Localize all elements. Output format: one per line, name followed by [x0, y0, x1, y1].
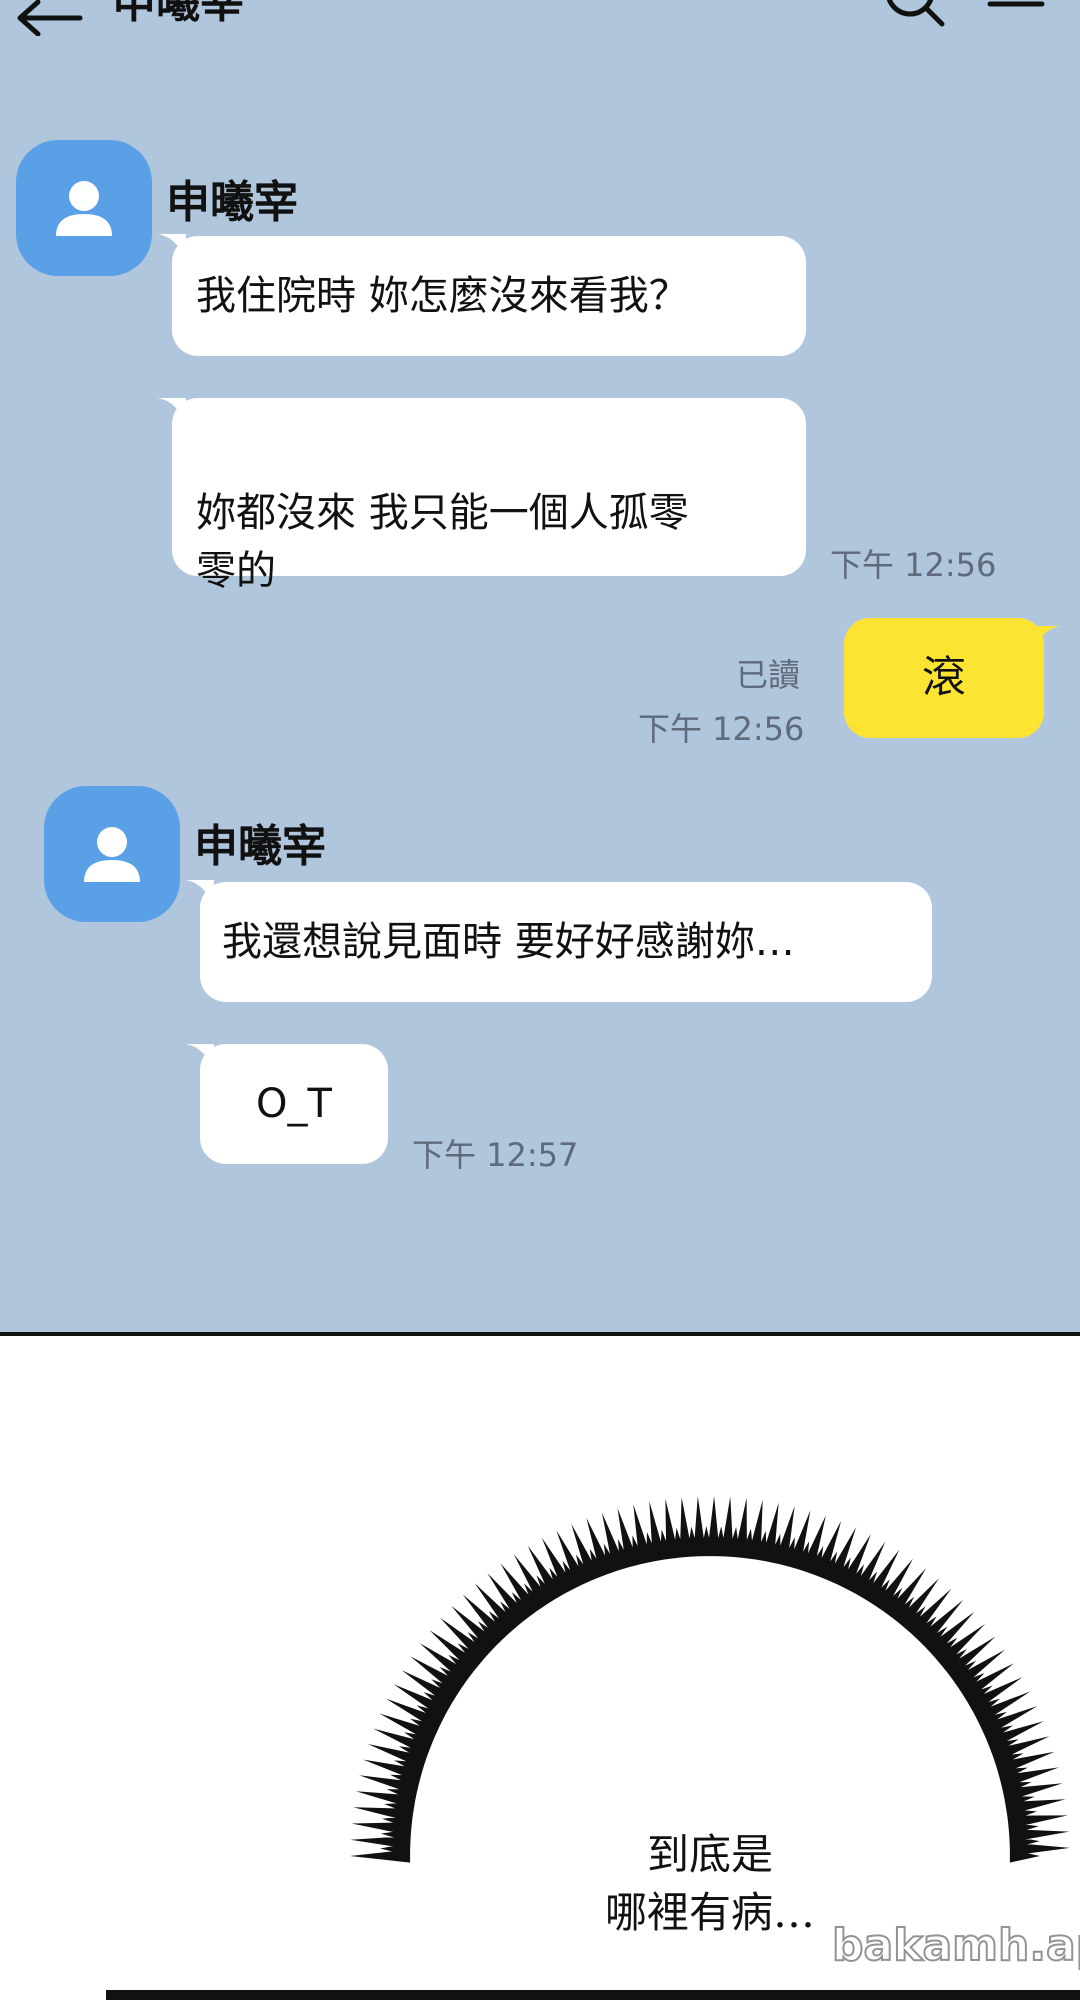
- message-text: 我住院時 妳怎麼沒來看我？: [196, 273, 689, 319]
- menu-icon[interactable]: [986, 0, 1046, 46]
- thought-bubble-text: 到底是 哪裡有病…: [604, 1830, 815, 1937]
- message-bubble[interactable]: O_T: [200, 1044, 388, 1164]
- avatar[interactable]: [44, 786, 180, 922]
- message-timestamp: 下午 12:56: [830, 546, 997, 584]
- avatar[interactable]: [16, 140, 152, 276]
- comic-panel: 到底是 哪裡有病… bakamh.app: [0, 1336, 1080, 2000]
- watermark-logo: bakamh.app: [831, 1919, 1080, 1972]
- burst-lines: [350, 1496, 1070, 1863]
- message-text: 滾: [922, 652, 966, 703]
- message-text: 妳都沒來 我只能一個人孤零 零的: [196, 490, 689, 594]
- read-receipt: 已讀: [736, 656, 801, 694]
- message-text: 我還想說見面時 要好好感謝妳…: [222, 919, 795, 965]
- sender-name: 申曦宰: [194, 821, 326, 872]
- search-icon[interactable]: [880, 0, 950, 46]
- sender-name: 申曦宰: [166, 177, 298, 228]
- my-message-bubble[interactable]: 滾: [844, 618, 1044, 738]
- bubble-tail: [1032, 626, 1060, 654]
- message-text: O_T: [256, 1081, 332, 1127]
- panel-border: [106, 1990, 1080, 2000]
- thought-burst: [350, 1496, 1070, 1863]
- person-icon: [84, 827, 140, 882]
- chat-title: 申曦宰: [112, 0, 244, 28]
- message-timestamp: 下午 12:57: [412, 1136, 579, 1174]
- message-bubble[interactable]: 妳都沒來 我只能一個人孤零 零的: [172, 398, 806, 594]
- chat-header: 申曦宰: [0, 0, 1080, 60]
- message-timestamp: 下午 12:56: [638, 710, 805, 748]
- back-arrow-icon[interactable]: [16, 0, 86, 36]
- message-bubble[interactable]: 我還想說見面時 要好好感謝妳…: [200, 882, 932, 1002]
- person-icon: [56, 181, 112, 236]
- message-bubble[interactable]: 我住院時 妳怎麼沒來看我？: [172, 236, 806, 356]
- chat-screen: 申曦宰 申曦宰 我住院時 妳怎麼沒來看我？ 妳都沒來 我只能一個人孤零 零的 下…: [0, 0, 1080, 1332]
